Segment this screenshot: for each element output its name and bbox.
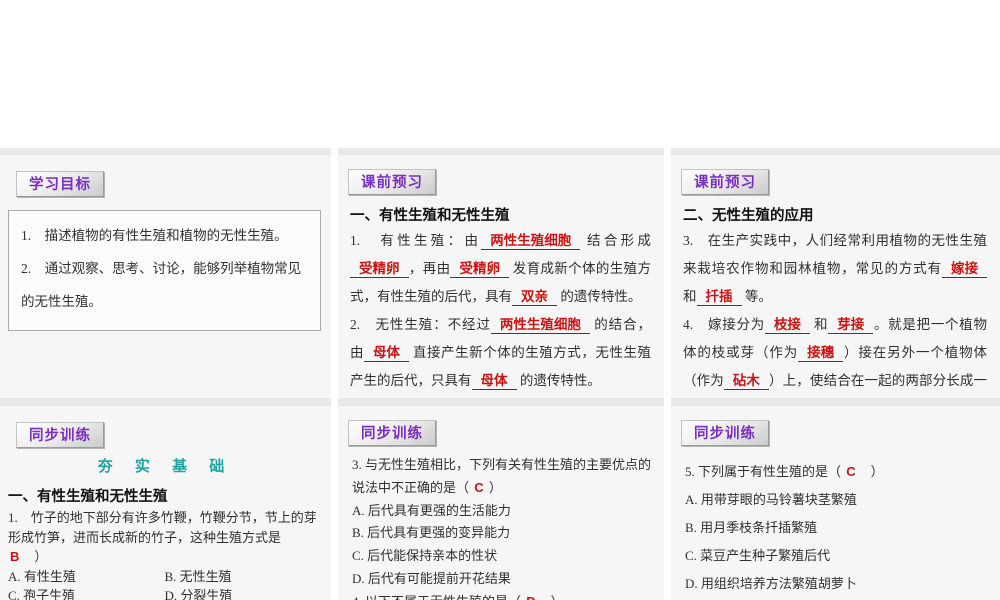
drill-badge: 同步训练 — [681, 420, 769, 446]
answer-letter: D — [524, 594, 537, 600]
option-row: A. 有性生殖 B. 无性生殖 — [8, 567, 321, 587]
drill-questions: 3. 与无性生殖相比，下列有关有性生殖的主要优点的说法中不正确的是（ C ） A.… — [352, 454, 654, 600]
text-segment: 等。 — [741, 289, 772, 304]
option-item: B. 无性生殖 — [164, 568, 232, 584]
text-line: B. 用月季枝条扦插繁殖 — [685, 520, 818, 535]
learning-goals-box: 1. 描述植物的有性生殖和植物的无性生殖。 2. 通过观察、思考、讨论，能够列举植… — [8, 210, 321, 331]
blank-answer: 两性生殖细胞 — [490, 317, 590, 334]
text-segment: 4. 以下不属于无性生殖的是（ — [352, 594, 524, 600]
question-line: 1. 竹子的地下部分有许多竹鞭，竹鞭分节，节上的芽形成竹笋，进而长成新的竹子，这… — [8, 508, 321, 567]
text-segment: 1. 有性生殖：由 — [350, 233, 482, 248]
text-segment: ） — [538, 594, 564, 600]
preview-badge: 课前预习 — [681, 169, 769, 195]
divider-band — [671, 148, 1000, 155]
blank-answer: 母体 — [471, 373, 517, 390]
drill-basics-panel: 同步训练 夯 实 基 础 一、有性生殖和无性生殖 1. 竹子的地下部分有许多竹鞭… — [0, 406, 331, 600]
text-segment: 的遗传特性。 — [557, 289, 642, 304]
column-middle: 课前预习 一、有性生殖和无性生殖 1. 有性生殖：由 两性生殖细胞 结合形成受精卵… — [338, 148, 664, 600]
top-blank-area — [0, 0, 1000, 148]
question-line: 3. 与无性生殖相比，下列有关有性生殖的主要优点的说法中不正确的是（ C ） — [352, 454, 654, 500]
question-line: 4. 以下不属于无性生殖的是（ D ） — [352, 591, 654, 600]
preview-paragraphs: 1. 有性生殖：由 两性生殖细胞 结合形成受精卵 ，再由 受精卵 发育成新个体的生殖方… — [350, 227, 651, 395]
blank-answer: 受精卵 — [350, 261, 409, 278]
drill-badge: 同步训练 — [348, 420, 436, 446]
blank-answer: 枝接 — [764, 317, 810, 334]
question-line: 1. 有性生殖：由 两性生殖细胞 结合形成受精卵 ，再由 受精卵 发育成新个体的生殖方… — [350, 227, 651, 311]
option-row: C. 孢子生殖 D. 分裂生殖 — [8, 586, 321, 600]
text-segment: 4. 嫁接分为 — [683, 317, 765, 332]
column-right: 课前预习 二、无性生殖的应用 3. 在生产实践中，人们经常利用植物的无性生殖来栽… — [671, 148, 1000, 600]
text-segment: 5. 下列属于有性生殖的是（ — [685, 464, 845, 479]
preview-panel-1: 课前预习 一、有性生殖和无性生殖 1. 有性生殖：由 两性生殖细胞 结合形成受精卵… — [338, 155, 664, 398]
preview-heading: 二、无性生殖的应用 — [683, 208, 814, 224]
divider-band — [338, 148, 664, 155]
drill-panel-3: 同步训练 5. 下列属于有性生殖的是（ C ） A. 用带芽眼的马铃薯块茎繁殖 B.… — [671, 406, 1000, 600]
blank-answer: 双亲 — [512, 289, 557, 306]
column-left: 学习目标 1. 描述植物的有性生殖和植物的无性生殖。 2. 通过观察、思考、讨论，… — [0, 148, 331, 600]
answer-letter: C — [846, 464, 856, 479]
preview-panel-2: 课前预习 二、无性生殖的应用 3. 在生产实践中，人们经常利用植物的无性生殖来栽… — [671, 155, 1000, 398]
blank-answer: 嫁接 — [942, 261, 987, 278]
drill-subtitle: 夯 实 基 础 — [97, 458, 234, 475]
text-line: B. 后代具有更强的变异能力 — [352, 525, 511, 541]
text-segment: 的遗传特性。 — [516, 373, 601, 388]
text-line: D. 用组织培养方法繁殖胡萝卜 — [685, 576, 857, 591]
text-line: 2. 通过观察、思考、讨论，能够列举植物常见的无性生殖。 — [21, 261, 302, 309]
drill-questions: 1. 竹子的地下部分有许多竹鞭，竹鞭分节，节上的芽形成竹笋，进而长成新的竹子，这… — [8, 508, 321, 600]
text-line: A. 后代具有更强的生活能力 — [352, 502, 511, 518]
divider-band — [0, 398, 331, 406]
question-line: 4. 嫁接分为 枝接 和芽接 。就是把一个植物体的枝或芽（作为 接穗 ）接在另外一个植物… — [683, 311, 987, 398]
learning-goals-badge: 学习目标 — [16, 171, 104, 197]
blank-answer: 受精卵 — [450, 261, 509, 278]
text-segment: 和 — [809, 317, 829, 332]
blank-answer: 芽接 — [828, 317, 874, 334]
text-segment: 和 — [683, 289, 697, 304]
text-line: A. 用带芽眼的马铃薯块茎繁殖 — [685, 492, 857, 507]
divider-band — [671, 398, 1000, 406]
text-segment: ，再由 — [408, 261, 451, 276]
option-item: D. 分裂生殖 — [164, 588, 233, 600]
blank-answer: 两性生殖细胞 — [481, 233, 581, 250]
drill-section-heading: 一、有性生殖和无性生殖 — [8, 489, 168, 505]
blank-answer: 砧木 — [723, 373, 769, 390]
blank-answer: 扦插 — [696, 289, 742, 306]
worksheet-grid: 学习目标 1. 描述植物的有性生殖和植物的无性生殖。 2. 通过观察、思考、讨论，… — [0, 148, 1000, 600]
text-segment: ） — [21, 549, 48, 564]
text-segment: 1. 竹子的地下部分有许多竹鞭，竹鞭分节，节上的芽形成竹笋，进而长成新的竹子，这… — [8, 510, 317, 545]
question-line: 3. 在生产实践中，人们经常利用植物的无性生殖来栽培农作物和园林植物，常见的方式… — [683, 227, 987, 311]
preview-paragraphs: 3. 在生产实践中，人们经常利用植物的无性生殖来栽培农作物和园林植物，常见的方式… — [683, 227, 987, 398]
divider-band — [338, 398, 664, 406]
preview-heading: 一、有性生殖和无性生殖 — [350, 208, 510, 224]
blank-answer: 母体 — [364, 345, 410, 362]
question-line: 2. 无性生殖：不经过 两性生殖细胞 的结合，由 母体 直接产生新个体的生殖方式，无… — [350, 311, 651, 395]
learning-goals-panel: 学习目标 1. 描述植物的有性生殖和植物的无性生殖。 2. 通过观察、思考、讨论，… — [0, 155, 331, 398]
answer-letter: B — [10, 549, 20, 564]
text-segment: 结合形成 — [580, 233, 652, 248]
drill-questions: 5. 下列属于有性生殖的是（ C ） A. 用带芽眼的马铃薯块茎繁殖 B. 用月季枝… — [685, 458, 990, 598]
text-line: D. 后代有可能提前开花结果 — [352, 570, 511, 586]
drill-panel-2: 同步训练 3. 与无性生殖相比，下列有关有性生殖的主要优点的说法中不正确的是（ … — [338, 406, 664, 600]
text-segment: ） — [857, 464, 884, 479]
question-line: 5. 下列属于有性生殖的是（ C ） — [685, 458, 990, 486]
option-item: A. 有性生殖 — [8, 568, 76, 584]
option-item: C. 孢子生殖 — [8, 588, 76, 600]
text-line: C. 后代能保持亲本的性状 — [352, 548, 498, 564]
text-segment: ） — [485, 479, 502, 495]
divider-band — [0, 148, 331, 155]
text-segment: 2. 无性生殖：不经过 — [350, 317, 491, 332]
drill-badge: 同步训练 — [16, 422, 104, 448]
text-line: 1. 描述植物的有性生殖和植物的无性生殖。 — [21, 228, 288, 243]
text-line: C. 菜豆产生种子繁殖后代 — [685, 548, 831, 563]
blank-answer: 接穗 — [798, 345, 844, 362]
answer-letter: C — [474, 479, 484, 495]
preview-badge: 课前预习 — [348, 169, 436, 195]
